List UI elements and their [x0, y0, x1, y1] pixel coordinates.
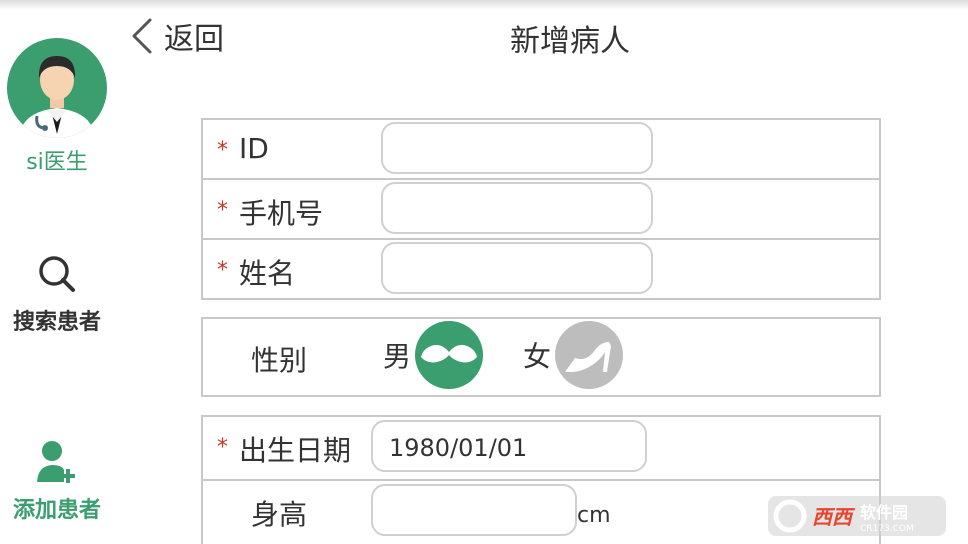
doctor-name: si医生	[26, 150, 88, 175]
add-user-icon	[37, 441, 75, 483]
sidebar: si医生 搜索患者 添加患者	[0, 0, 118, 544]
search-patient-label: 搜索患者	[12, 310, 101, 335]
gender-female-label: 女	[523, 340, 552, 373]
id-input[interactable]	[381, 122, 653, 174]
birth-label: 出生日期	[239, 434, 352, 467]
height-input[interactable]	[371, 484, 577, 536]
phone-label: 手机号	[239, 197, 324, 230]
gender-female-option[interactable]: 女	[523, 321, 624, 389]
watermark-logo: 西西 软件园 CR173.COM	[768, 494, 948, 538]
page-title: 新增病人	[510, 24, 630, 59]
svg-text:软件园: 软件园	[860, 503, 908, 522]
svg-text:CR173.COM: CR173.COM	[860, 524, 914, 534]
mustache-icon	[415, 321, 484, 389]
gender-section: 性别 男 女	[201, 317, 881, 397]
required-mark: *	[217, 435, 228, 460]
required-mark: *	[217, 138, 228, 163]
name-label: 姓名	[239, 257, 296, 290]
name-row: * 姓名	[203, 240, 879, 300]
gender-male-label: 男	[383, 340, 412, 373]
add-patient-button[interactable]: 添加患者	[0, 438, 114, 524]
gender-male-option[interactable]: 男	[383, 321, 484, 389]
add-patient-label: 添加患者	[12, 498, 101, 523]
search-patient-button[interactable]: 搜索患者	[0, 252, 114, 336]
doctor-avatar-icon	[19, 56, 95, 138]
search-icon	[39, 256, 75, 292]
name-input[interactable]	[381, 242, 653, 294]
chevron-left-icon	[132, 18, 152, 54]
doctor-avatar[interactable]	[7, 38, 107, 138]
required-mark: *	[217, 258, 228, 283]
top-shade	[0, 0, 968, 10]
height-unit: cm	[577, 503, 611, 528]
height-label: 身高	[251, 498, 308, 531]
birth-date-input[interactable]: 1980/01/01	[371, 420, 647, 472]
phone-row: * 手机号	[203, 180, 879, 240]
id-label: ID	[239, 132, 269, 165]
birth-row: * 出生日期 1980/01/01	[203, 417, 879, 481]
high-heel-icon	[555, 321, 624, 389]
svg-text:西西: 西西	[812, 505, 856, 529]
basic-info-section: * ID * 手机号 * 姓名	[201, 118, 881, 300]
required-mark: *	[217, 198, 228, 223]
back-button[interactable]: 返回	[128, 14, 224, 58]
back-label: 返回	[164, 22, 224, 57]
gender-label: 性别	[251, 344, 308, 377]
id-row: * ID	[203, 120, 879, 180]
phone-input[interactable]	[381, 182, 653, 234]
